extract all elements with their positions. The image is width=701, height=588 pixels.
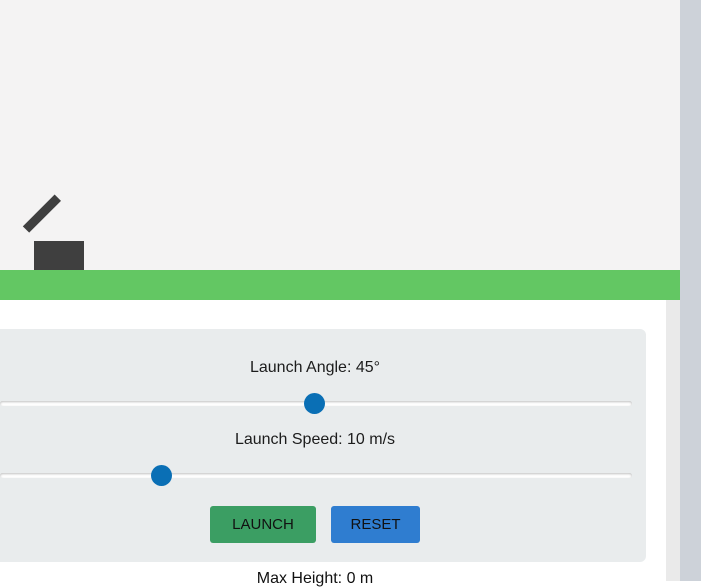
angle-label: Launch Angle: 45° [249,359,381,376]
reset-button[interactable]: RESET [331,506,420,543]
speed-label: Launch Speed: 10 m/s [234,431,396,448]
ground [0,270,680,300]
simulation-canvas [0,0,680,270]
max-height-readout: Max Height: 0 m [256,570,374,587]
scrollbar-gutter [666,300,680,581]
speed-slider[interactable] [0,473,632,478]
cannon-base [34,241,84,270]
launch-button[interactable]: LAUNCH [210,506,316,543]
scrollbar-thumb[interactable] [680,0,701,581]
speed-slider-thumb[interactable] [151,465,172,486]
angle-slider-thumb[interactable] [304,393,325,414]
